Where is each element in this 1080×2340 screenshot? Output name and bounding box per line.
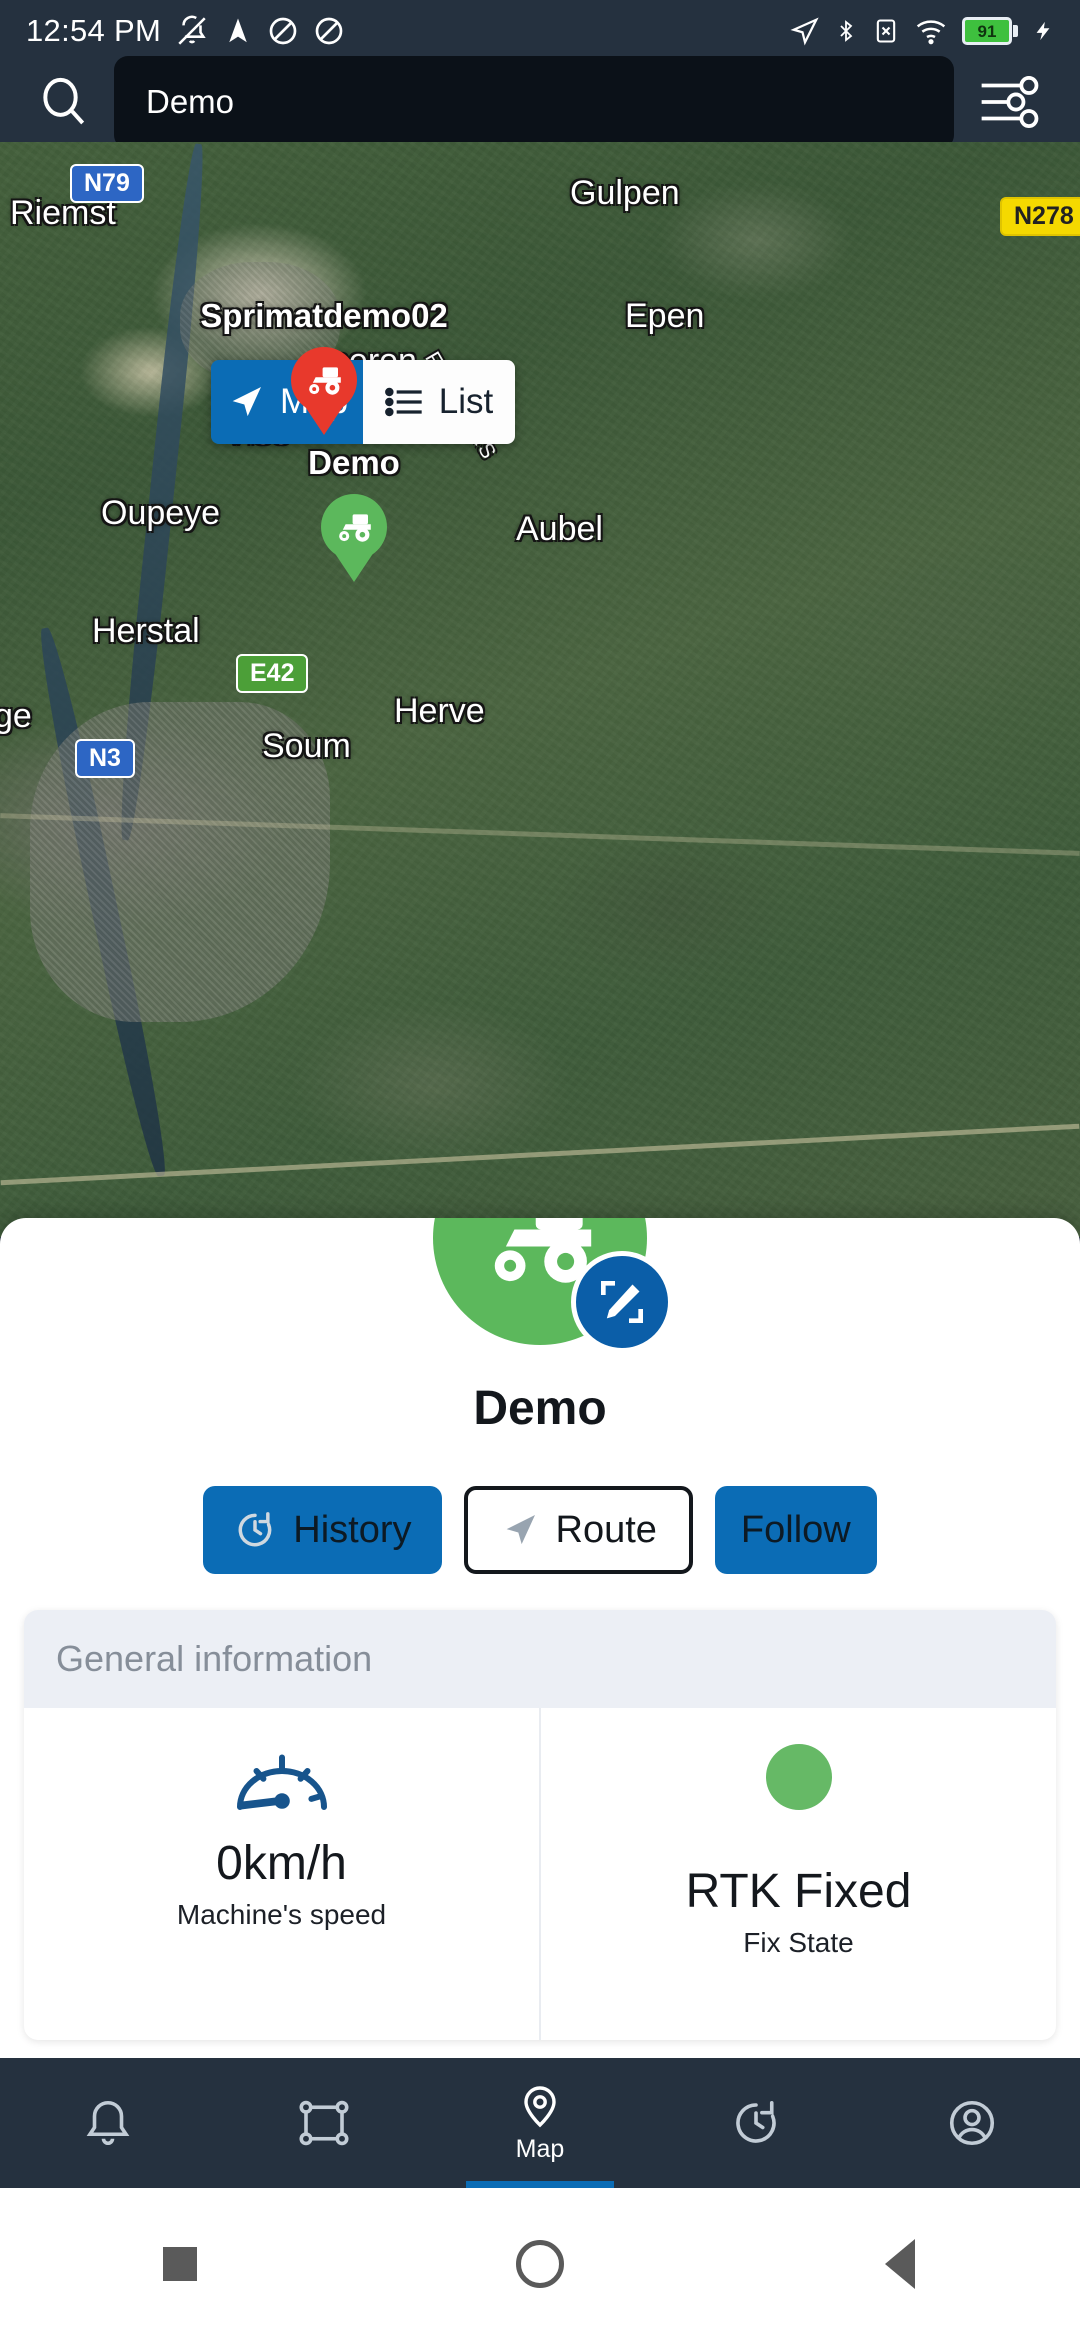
map-place-label: Gulpen [570,174,680,212]
map-pin-icon [524,2085,556,2127]
user-profile-icon [949,2100,995,2146]
status-bar-right: 91 [790,15,1054,47]
action-buttons: History Route Follow [0,1486,1080,1574]
nav-item-history[interactable] [648,2058,864,2188]
map-view[interactable]: Riemst Gulpen Epen oeren Vise Oupeye Aub… [0,142,1080,1237]
location-arrow-icon [790,17,819,46]
tab-list-label: List [438,382,494,421]
speedometer-icon [236,1754,327,1810]
android-back-button[interactable] [720,2239,1080,2289]
map-texture-overlay [0,142,1080,1237]
machine-detail-sheet: Demo History Route Follow General inform… [0,1218,1080,2058]
history-button[interactable]: History [203,1486,442,1574]
history-button-label: History [293,1508,412,1551]
marker-pin [291,347,357,413]
battery-indicator: 91 [962,17,1018,45]
triangle-back-icon [885,2239,915,2289]
map-place-label: Aubel [516,510,603,548]
fix-state-value: RTK Fixed [685,1865,912,1918]
tab-list[interactable]: List [363,360,515,444]
map-place-label: Oupeye [101,494,221,532]
battery-percent-label: 91 [977,21,997,41]
bluetooth-icon [840,20,853,42]
map-place-label: Soum [262,727,351,765]
search-bar [0,55,1080,149]
map-place-label: Herve [394,692,485,730]
avatar[interactable] [415,1218,673,1363]
marker-pin [321,494,387,560]
navigation-arrow-icon [232,387,261,417]
route-button[interactable]: Route [463,1486,693,1574]
nav-item-profile[interactable] [864,2058,1080,2188]
map-marker-sprimatdemo02[interactable]: Sprimatdemo02 [200,297,448,413]
history-clock-icon [238,1512,272,1547]
status-bar-left: 12:54 PM [26,13,345,49]
road-badge: E42 [236,654,309,693]
bottom-navigation: Map [0,2058,1080,2188]
sliders-filter-icon[interactable] [964,62,1056,142]
map-place-label: ge [0,697,32,735]
nav-item-fields[interactable] [216,2058,432,2188]
bell-icon [86,2100,130,2146]
do-not-disturb-icon [315,17,343,45]
machine-speed-label: Machine's speed [176,1899,387,1930]
map-list-toggle: Map List [211,360,515,444]
search-input[interactable] [146,83,922,121]
general-information-card: General information 0km/h Machine's spee… [24,1610,1056,2040]
map-marker-demo[interactable]: Demo [308,444,400,560]
status-bar-clock: 12:54 PM [26,13,162,48]
wifi-icon [916,20,946,45]
map-marker-label: Sprimatdemo02 [200,297,448,334]
follow-button[interactable]: Follow [714,1486,877,1574]
history-clock-icon [736,2100,776,2143]
list-icon [384,387,422,417]
route-button-label: Route [555,1508,657,1551]
android-home-button[interactable] [360,2240,720,2288]
sim-card-x-icon [876,19,896,43]
charging-bolt-icon [1036,21,1050,41]
navigation-arrow-icon [229,18,247,43]
field-boundary-icon [299,2100,349,2146]
fix-state-label: Fix State [743,1927,854,1958]
nav-item-alerts[interactable] [0,2058,216,2188]
road-badge: N3 [75,739,135,778]
status-dot-icon [765,1744,832,1810]
circle-icon [516,2240,564,2288]
tractor-icon [309,367,341,395]
nav-item-map[interactable]: Map [432,2058,648,2188]
do-not-disturb-icon [269,17,297,45]
search-field[interactable] [114,55,954,149]
android-navigation-bar [0,2188,1080,2340]
map-marker-label: Demo [308,444,400,481]
follow-button-label: Follow [740,1508,851,1551]
android-recents-button[interactable] [0,2247,360,2281]
general-information-header: General information [24,1610,1056,1708]
page-title: Demo [473,1382,607,1435]
nav-item-map-label: Map [515,2134,565,2163]
navigation-arrow-icon [506,1515,535,1545]
edit-pencil-icon[interactable] [571,1251,673,1353]
info-cell-speed: 0km/h Machine's speed [24,1708,539,2040]
road-badge: N278 [1000,197,1080,236]
map-place-label: Herstal [92,612,200,650]
general-information-body: 0km/h Machine's speed RTK Fixed Fix Stat… [24,1708,1056,2040]
map-place-label: Epen [625,297,705,335]
square-icon [163,2247,197,2281]
road-badge: N79 [70,164,144,203]
bell-off-icon [178,15,206,45]
search-icon[interactable] [24,62,104,142]
info-cell-fix-state: RTK Fixed Fix State [539,1708,1056,2040]
machine-speed-value: 0km/h [216,1837,347,1890]
tractor-icon [339,514,371,542]
nav-active-indicator [466,2181,614,2188]
status-bar: 12:54 PM 91 [0,0,1080,62]
